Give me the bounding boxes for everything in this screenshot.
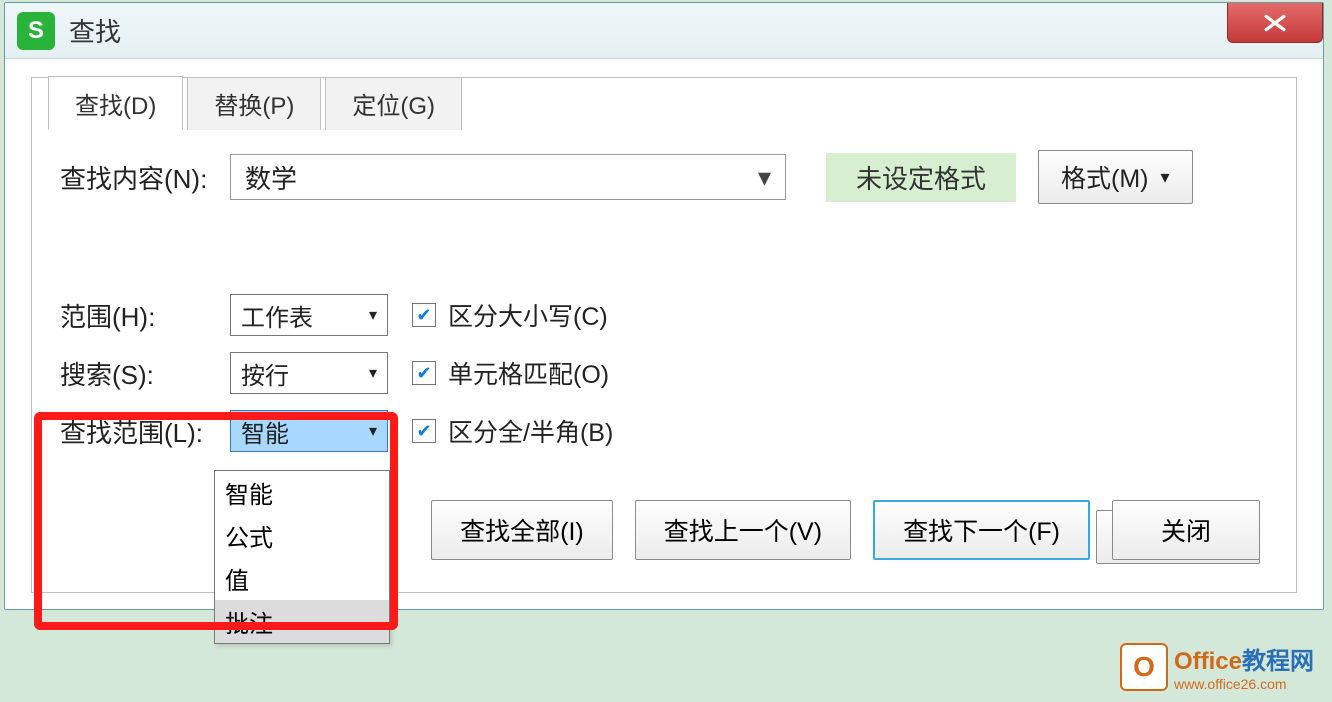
caret-icon: ▾: [369, 305, 377, 325]
lookin-row: 查找范围(L): 智能 ▾ ✔ 区分全/半角(B): [60, 402, 1268, 460]
checkbox-icon: ✔: [412, 303, 436, 327]
lookin-dropdown: 智能 公式 值 批注: [214, 470, 390, 644]
close-button[interactable]: 关闭: [1112, 500, 1260, 560]
lookin-option[interactable]: 公式: [215, 514, 389, 557]
watermark-logo-icon: O: [1120, 643, 1168, 691]
app-icon: S: [17, 12, 55, 50]
find-content-input[interactable]: 数学 ▾: [230, 154, 786, 200]
tab-replace[interactable]: 替换(P): [187, 77, 321, 130]
close-window-button[interactable]: [1227, 3, 1323, 43]
range-label: 范围(H):: [60, 297, 230, 334]
cellmatch-checkbox[interactable]: ✔ 单元格匹配(O): [412, 355, 609, 391]
search-label: 搜索(S):: [60, 355, 230, 392]
checkbox-icon: ✔: [412, 361, 436, 385]
dropdown-icon: ▾: [758, 162, 771, 193]
find-content-row: 查找内容(N): 数学 ▾ 未设定格式 格式(M) ▾: [60, 150, 1268, 204]
format-button[interactable]: 格式(M) ▾: [1038, 150, 1193, 204]
lookin-label: 查找范围(L):: [60, 413, 230, 450]
lookin-option[interactable]: 智能: [215, 471, 389, 514]
action-buttons: 查找全部(I) 查找上一个(V) 查找下一个(F) 关闭: [431, 500, 1260, 560]
watermark-brand: Office教程网: [1174, 641, 1314, 676]
find-next-button[interactable]: 查找下一个(F): [873, 500, 1090, 560]
caret-icon: ▾: [1161, 167, 1170, 188]
caret-icon: ▾: [369, 421, 377, 441]
case-checkbox[interactable]: ✔ 区分大小写(C): [412, 297, 608, 333]
find-prev-button[interactable]: 查找上一个(V): [635, 500, 851, 560]
watermark-url: www.office26.com: [1174, 676, 1314, 692]
tab-goto[interactable]: 定位(G): [325, 77, 462, 130]
watermark: O Office教程网 www.office26.com: [1120, 641, 1314, 692]
dialog-title: 查找: [69, 12, 121, 49]
range-row: 范围(H): 工作表 ▾ ✔ 区分大小写(C): [60, 286, 1268, 344]
find-all-button[interactable]: 查找全部(I): [431, 500, 613, 560]
tab-content: 查找内容(N): 数学 ▾ 未设定格式 格式(M) ▾ 范围(H): 工作表 ▾: [32, 78, 1296, 480]
format-status: 未设定格式: [826, 153, 1016, 202]
tab-find[interactable]: 查找(D): [48, 76, 183, 130]
range-select[interactable]: 工作表 ▾: [230, 294, 388, 336]
checkbox-icon: ✔: [412, 419, 436, 443]
caret-icon: ▾: [369, 363, 377, 383]
search-row: 搜索(S): 按行 ▾ ✔ 单元格匹配(O): [60, 344, 1268, 402]
fullhalf-checkbox[interactable]: ✔ 区分全/半角(B): [412, 413, 613, 449]
find-content-label: 查找内容(N):: [60, 159, 230, 196]
search-select[interactable]: 按行 ▾: [230, 352, 388, 394]
lookin-option[interactable]: 值: [215, 557, 389, 600]
find-dialog: S 查找 查找(D) 替换(P) 定位(G) 查找内容(N): 数学 ▾ 未设定…: [4, 2, 1324, 610]
find-content-value: 数学: [245, 159, 297, 196]
titlebar: S 查找: [5, 3, 1323, 59]
tab-bar: 查找(D) 替换(P) 定位(G): [48, 77, 466, 130]
close-icon: [1261, 12, 1289, 34]
lookin-option[interactable]: 批注: [215, 600, 389, 643]
lookin-select[interactable]: 智能 ▾: [230, 410, 388, 452]
